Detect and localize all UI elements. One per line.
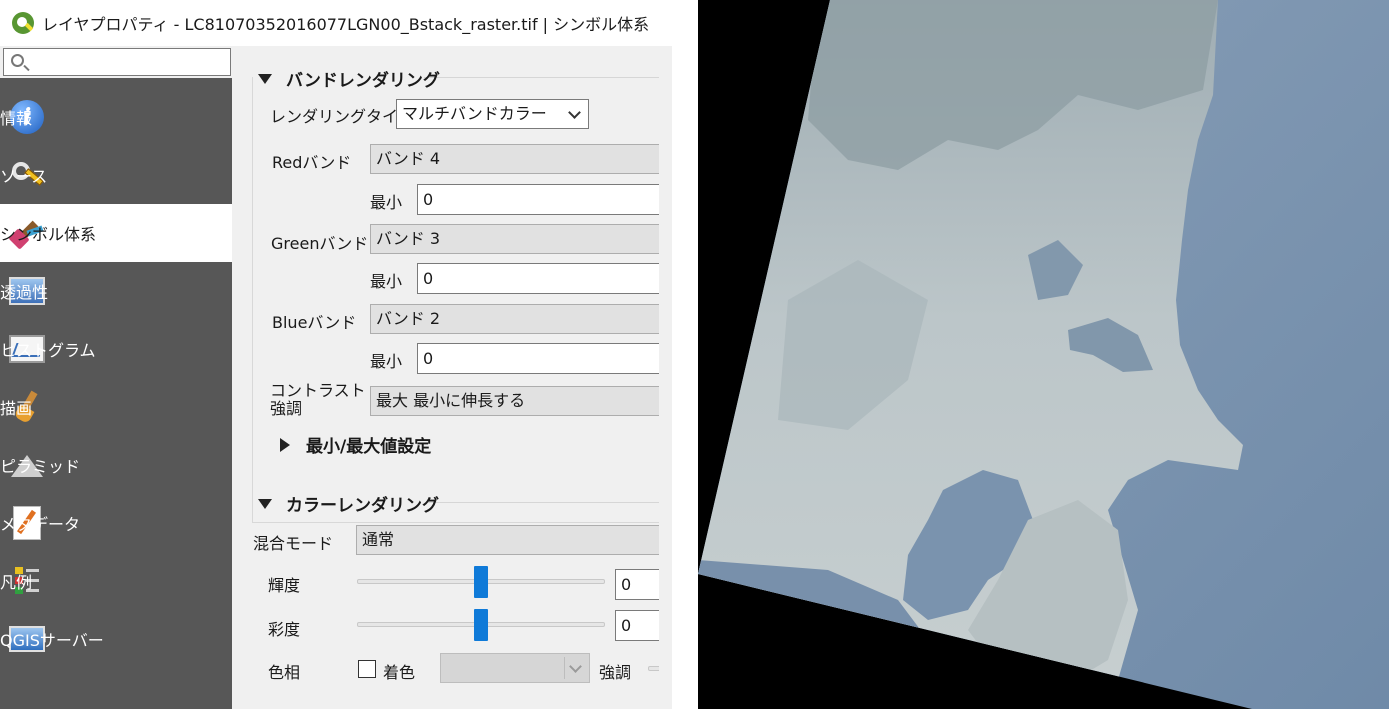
search-icon bbox=[11, 54, 24, 67]
sidebar-item-legend[interactable]: 凡例 bbox=[0, 552, 232, 610]
contrast-label-line1: コントラスト bbox=[270, 381, 366, 400]
sidebar-item-label: シンボル体系 bbox=[0, 225, 97, 244]
green-min-label: 最小 bbox=[370, 272, 403, 291]
satellite-image bbox=[698, 0, 1389, 709]
section-title: 最小/最大値設定 bbox=[306, 437, 432, 457]
green-band-value: バンド 3 bbox=[376, 229, 441, 248]
sidebar-item-histogram[interactable]: ヒストグラム bbox=[0, 320, 232, 378]
blend-mode-select[interactable]: 通常 bbox=[356, 525, 672, 555]
color-rendering-header[interactable]: カラーレンダリング bbox=[258, 491, 439, 516]
blue-band-value: バンド 2 bbox=[376, 309, 441, 328]
contrast-label-line2: 強調 bbox=[270, 399, 303, 418]
sidebar-item-label: ピラミッド bbox=[0, 457, 81, 476]
blue-min-label: 最小 bbox=[370, 352, 403, 371]
section-title: バンドレンダリング bbox=[286, 71, 440, 91]
strength-label: 強調 bbox=[599, 663, 632, 682]
render-type-value: マルチバンドカラー bbox=[402, 104, 547, 123]
render-type-label: レンダリングタイプ bbox=[270, 107, 415, 126]
chevron-down-icon bbox=[569, 660, 582, 673]
sidebar-item-transparency[interactable]: 透過性 bbox=[0, 262, 232, 320]
chevron-down-icon bbox=[568, 106, 581, 119]
section-title: カラーレンダリング bbox=[286, 496, 439, 516]
red-band-label: Redバンド bbox=[272, 153, 352, 172]
contrast-enhancement-select[interactable]: 最大 最小に伸長する bbox=[370, 386, 670, 416]
symbology-panel: バンドレンダリング レンダリングタイプ マルチバンドカラー Redバンド バンド… bbox=[236, 46, 672, 709]
green-band-select[interactable]: バンド 3 bbox=[370, 224, 670, 254]
sidebar-item-label: 描画 bbox=[0, 399, 33, 418]
colorize-checkbox[interactable] bbox=[358, 660, 376, 678]
search-input[interactable] bbox=[30, 51, 226, 73]
layer-properties-dialog: レイヤプロパティ - LC81070352016077LGN00_Bstack_… bbox=[0, 0, 672, 709]
sidebar: i 情報 ソース シンボル体系 透過性 ヒストグラム 描画 ピラミッド メタデー… bbox=[0, 78, 232, 709]
sidebar-item-rendering[interactable]: 描画 bbox=[0, 378, 232, 436]
red-min-label: 最小 bbox=[370, 193, 403, 212]
sidebar-item-source[interactable]: ソース bbox=[0, 146, 232, 204]
contrast-value: 最大 最小に伸長する bbox=[376, 391, 526, 410]
saturation-slider-handle[interactable] bbox=[474, 609, 488, 641]
blend-mode-value: 通常 bbox=[362, 530, 395, 549]
saturation-label: 彩度 bbox=[268, 620, 301, 639]
red-band-value: バンド 4 bbox=[376, 149, 441, 168]
sidebar-item-label: QGISサーバー bbox=[0, 631, 104, 650]
sidebar-item-label: 透過性 bbox=[0, 283, 49, 302]
sidebar-item-pyramids[interactable]: ピラミッド bbox=[0, 436, 232, 494]
red-band-select[interactable]: バンド 4 bbox=[370, 144, 670, 174]
collapse-arrow-icon bbox=[258, 498, 272, 509]
brightness-slider-handle[interactable] bbox=[474, 566, 488, 598]
group-divider bbox=[428, 502, 660, 503]
expand-arrow-icon bbox=[280, 437, 290, 452]
window-title: レイヤプロパティ - LC81070352016077LGN00_Bstack_… bbox=[42, 15, 650, 34]
render-type-select[interactable]: マルチバンドカラー bbox=[396, 99, 589, 129]
satellite-raster-preview bbox=[698, 0, 1389, 709]
sidebar-item-label: ヒストグラム bbox=[0, 341, 96, 360]
green-min-input[interactable]: 0 bbox=[417, 263, 672, 294]
separator bbox=[564, 657, 565, 679]
blue-min-input[interactable]: 0 bbox=[417, 343, 672, 374]
sidebar-item-label: 情報 bbox=[0, 109, 33, 128]
band-rendering-header[interactable]: バンドレンダリング bbox=[258, 66, 440, 91]
colorize-color-button[interactable] bbox=[440, 653, 590, 683]
contrast-label: コントラスト 強調 bbox=[270, 382, 366, 418]
green-band-label: Greenバンド bbox=[271, 234, 369, 253]
vertical-scrollbar[interactable] bbox=[659, 46, 672, 709]
blue-band-label: Blueバンド bbox=[272, 313, 357, 332]
hue-label: 色相 bbox=[268, 663, 301, 682]
brightness-label: 輝度 bbox=[268, 576, 301, 595]
sidebar-item-information[interactable]: i 情報 bbox=[0, 88, 232, 146]
sidebar-item-qgis-server[interactable]: QGISサーバー bbox=[0, 610, 232, 668]
blue-band-select[interactable]: バンド 2 bbox=[370, 304, 670, 334]
sidebar-item-label: メタデータ bbox=[0, 515, 81, 534]
minmax-settings-header[interactable]: 最小/最大値設定 bbox=[280, 432, 431, 457]
collapse-arrow-icon bbox=[258, 73, 272, 84]
search-box[interactable] bbox=[3, 48, 231, 76]
title-bar: レイヤプロパティ - LC81070352016077LGN00_Bstack_… bbox=[0, 0, 672, 46]
sidebar-item-symbology[interactable]: シンボル体系 bbox=[0, 204, 232, 262]
qgis-logo-icon bbox=[12, 12, 34, 34]
blend-mode-label: 混合モード bbox=[253, 534, 334, 553]
sidebar-item-metadata[interactable]: メタデータ bbox=[0, 494, 232, 552]
red-min-input[interactable]: 0 bbox=[417, 184, 672, 215]
sidebar-item-label: ソース bbox=[0, 167, 48, 186]
colorize-label: 着色 bbox=[383, 663, 416, 682]
sidebar-item-label: 凡例 bbox=[0, 573, 33, 592]
